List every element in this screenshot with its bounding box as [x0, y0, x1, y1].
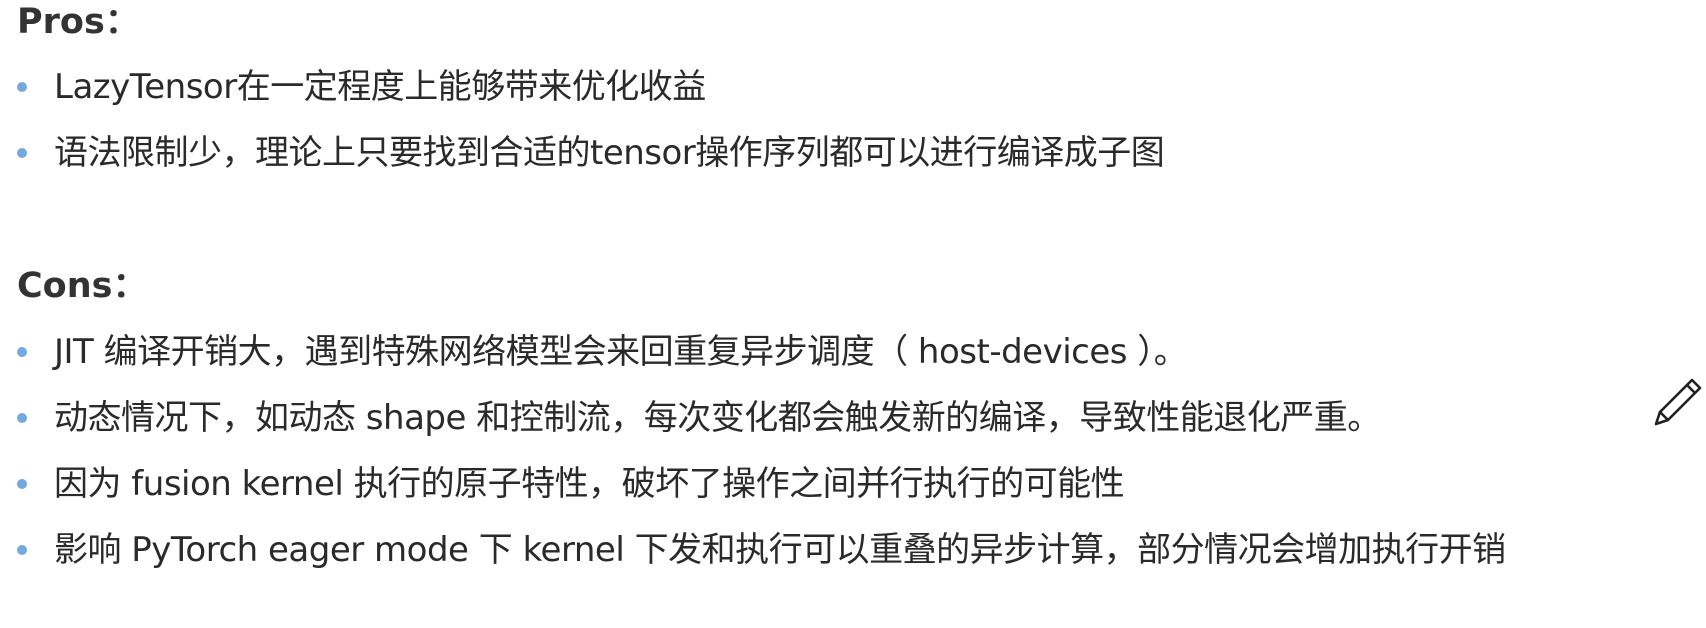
pros-item-text: LazyTensor在一定程度上能够带来优化收益	[54, 67, 706, 107]
bullet-dot	[17, 148, 27, 158]
pencil-icon[interactable]	[1650, 376, 1704, 430]
cons-list-item: JIT 编译开销大，遇到特殊网络模型会来回重复异步调度（ host-device…	[17, 323, 1188, 381]
cons-item-text: 影响 PyTorch eager mode 下 kernel 下发和执行可以重叠…	[54, 530, 1506, 570]
bullet-dot	[17, 347, 27, 357]
bullet-dot	[17, 82, 27, 92]
cons-list-item: 因为 fusion kernel 执行的原子特性，破坏了操作之间并行执行的可能性	[17, 455, 1125, 513]
pros-item-text: 语法限制少，理论上只要找到合适的tensor操作序列都可以进行编译成子图	[54, 133, 1165, 173]
cons-list-item: 影响 PyTorch eager mode 下 kernel 下发和执行可以重叠…	[17, 521, 1506, 579]
bullet-dot	[17, 545, 27, 555]
cons-heading: Cons：	[17, 266, 148, 306]
pros-list-item: 语法限制少，理论上只要找到合适的tensor操作序列都可以进行编译成子图	[17, 124, 1165, 182]
cons-item-text: JIT 编译开销大，遇到特殊网络模型会来回重复异步调度（ host-device…	[54, 332, 1188, 372]
cons-item-text: 因为 fusion kernel 执行的原子特性，破坏了操作之间并行执行的可能性	[54, 464, 1125, 504]
cons-list-item: 动态情况下，如动态 shape 和控制流，每次变化都会触发新的编译，导致性能退化…	[17, 389, 1381, 447]
bullet-dot	[17, 479, 27, 489]
pros-list-item: LazyTensor在一定程度上能够带来优化收益	[17, 58, 706, 116]
pros-heading: Pros：	[17, 2, 140, 42]
cons-item-text: 动态情况下，如动态 shape 和控制流，每次变化都会触发新的编译，导致性能退化…	[54, 398, 1381, 438]
bullet-dot	[17, 413, 27, 423]
